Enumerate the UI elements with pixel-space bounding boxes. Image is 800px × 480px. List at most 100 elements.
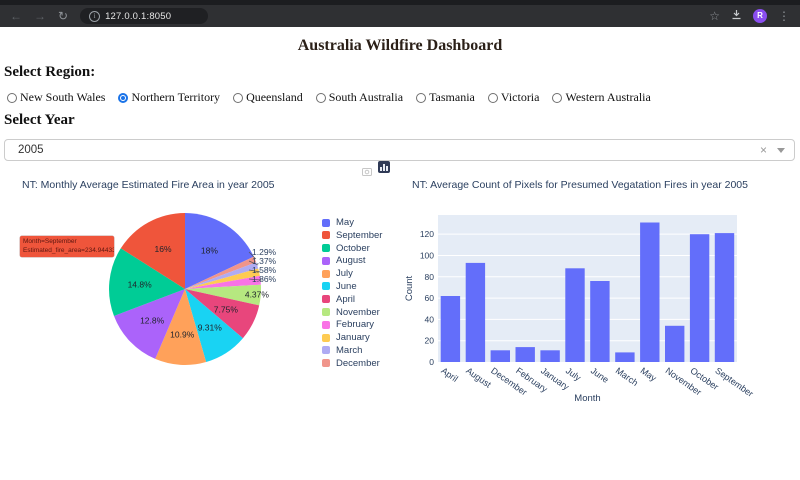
legend-swatch <box>322 257 330 265</box>
legend-item-october[interactable]: October <box>322 243 382 254</box>
region-radio-victoria[interactable]: Victoria <box>488 90 540 105</box>
legend-label: July <box>336 268 353 279</box>
legend-label: April <box>336 294 355 305</box>
page-title: Australia Wildfire Dashboard <box>0 37 800 55</box>
plotly-logo-icon[interactable] <box>378 161 390 173</box>
radio-circle-icon[interactable] <box>552 93 562 103</box>
radio-label: Victoria <box>501 90 540 105</box>
legend-item-march[interactable]: March <box>322 345 382 356</box>
legend-label: January <box>336 332 370 343</box>
profile-avatar[interactable]: R <box>753 9 767 23</box>
pie-slice-label: 4.37% <box>245 289 270 299</box>
legend-item-august[interactable]: August <box>322 255 382 266</box>
dropdown-caret-icon[interactable] <box>777 148 785 153</box>
bar-august[interactable] <box>466 263 485 362</box>
y-tick-label: 0 <box>429 357 434 367</box>
bar-february[interactable] <box>516 347 535 362</box>
bar-april[interactable] <box>441 296 460 362</box>
pie-slice-label: 9.31% <box>198 322 223 332</box>
legend-swatch <box>322 270 330 278</box>
pie-outside-label: 1.86% <box>252 274 277 284</box>
radio-circle-icon[interactable] <box>488 93 498 103</box>
legend-item-september[interactable]: September <box>322 230 382 241</box>
legend-item-june[interactable]: June <box>322 281 382 292</box>
browser-toolbar: ← → ↻ i 127.0.0.1:8050 ☆ R ⋮ <box>0 5 800 27</box>
region-radio-tasmania[interactable]: Tasmania <box>416 90 475 105</box>
legend-label: September <box>336 230 382 241</box>
download-icon[interactable] <box>731 7 742 25</box>
y-tick-label: 40 <box>425 314 435 324</box>
legend-label: March <box>336 345 362 356</box>
site-info-icon[interactable]: i <box>89 11 100 22</box>
kebab-menu-icon[interactable]: ⋮ <box>778 5 790 27</box>
radio-circle-icon[interactable] <box>416 93 426 103</box>
region-radio-south-australia[interactable]: South Australia <box>316 90 403 105</box>
x-tick-label: May <box>639 365 659 383</box>
radio-circle-icon[interactable] <box>7 93 17 103</box>
bar-november[interactable] <box>665 326 684 362</box>
y-tick-label: 20 <box>425 336 435 346</box>
legend-swatch <box>322 231 330 239</box>
camera-icon[interactable] <box>362 163 372 181</box>
legend-item-november[interactable]: November <box>322 307 382 318</box>
url-text: 127.0.0.1:8050 <box>105 11 171 22</box>
radio-circle-icon[interactable] <box>316 93 326 103</box>
y-tick-label: 80 <box>425 272 435 282</box>
legend-item-july[interactable]: July <box>322 268 382 279</box>
legend-item-february[interactable]: February <box>322 319 382 330</box>
bar-december[interactable] <box>491 350 510 362</box>
pie-chart[interactable]: 18%4.37%7.75%9.31%10.9%12.8%14.8%16%1.29… <box>0 195 320 440</box>
region-radio-northern-territory[interactable]: Northern Territory <box>118 90 220 105</box>
region-radio-new-south-wales[interactable]: New South Wales <box>7 90 105 105</box>
legend-item-january[interactable]: January <box>322 332 382 343</box>
legend-label: December <box>336 358 380 369</box>
region-radio-western-australia[interactable]: Western Australia <box>552 90 650 105</box>
legend-swatch <box>322 308 330 316</box>
region-radio-queensland[interactable]: Queensland <box>233 90 303 105</box>
bookmark-star-icon[interactable]: ☆ <box>709 5 720 27</box>
y-tick-label: 100 <box>420 250 434 260</box>
forward-icon[interactable]: → <box>34 5 46 27</box>
back-icon[interactable]: ← <box>10 5 22 27</box>
radio-circle-icon[interactable] <box>118 93 128 103</box>
legend-label: November <box>336 307 380 318</box>
reload-icon[interactable]: ↻ <box>58 5 68 27</box>
bar-chart[interactable]: 020406080100120AprilAugustDecemberFebrua… <box>400 195 800 430</box>
x-axis-title: Month <box>574 393 600 404</box>
legend-label: June <box>336 281 357 292</box>
radio-label: Western Australia <box>565 90 650 105</box>
pie-slice-label: 18% <box>201 245 218 255</box>
tooltip-line-2: Estimated_fire_area=234.9443305 <box>23 247 111 256</box>
pie-hover-tooltip: Month=September Estimated_fire_area=234.… <box>20 236 114 257</box>
x-tick-label: June <box>589 365 611 384</box>
y-tick-label: 60 <box>425 293 435 303</box>
radio-circle-icon[interactable] <box>233 93 243 103</box>
x-tick-label: April <box>439 365 459 384</box>
bar-chart-title: NT: Average Count of Pixels for Presumed… <box>412 179 748 191</box>
legend-swatch <box>322 282 330 290</box>
legend-swatch <box>322 321 330 329</box>
pie-slice-label: 14.8% <box>128 279 153 289</box>
dropdown-clear-icon[interactable]: × <box>760 143 777 157</box>
toolbar-right: ☆ R ⋮ <box>709 5 790 27</box>
bar-september[interactable] <box>715 233 734 362</box>
bar-july[interactable] <box>565 268 584 362</box>
legend-item-december[interactable]: December <box>322 358 382 369</box>
bar-january[interactable] <box>540 350 559 362</box>
legend-label: August <box>336 255 366 266</box>
radio-label: South Australia <box>329 90 403 105</box>
legend-swatch <box>322 244 330 252</box>
x-tick-label: March <box>614 365 640 388</box>
x-tick-label: August <box>464 365 493 390</box>
legend-label: October <box>336 243 370 254</box>
year-dropdown[interactable]: 2005 × <box>4 139 795 161</box>
bar-june[interactable] <box>590 281 609 362</box>
bar-march[interactable] <box>615 352 634 362</box>
tooltip-line-1: Month=September <box>23 238 111 247</box>
bar-october[interactable] <box>690 234 709 362</box>
legend-item-may[interactable]: May <box>322 217 382 228</box>
legend-item-april[interactable]: April <box>322 294 382 305</box>
url-bar[interactable]: i 127.0.0.1:8050 <box>80 8 208 24</box>
bar-may[interactable] <box>640 223 659 363</box>
radio-label: New South Wales <box>20 90 105 105</box>
